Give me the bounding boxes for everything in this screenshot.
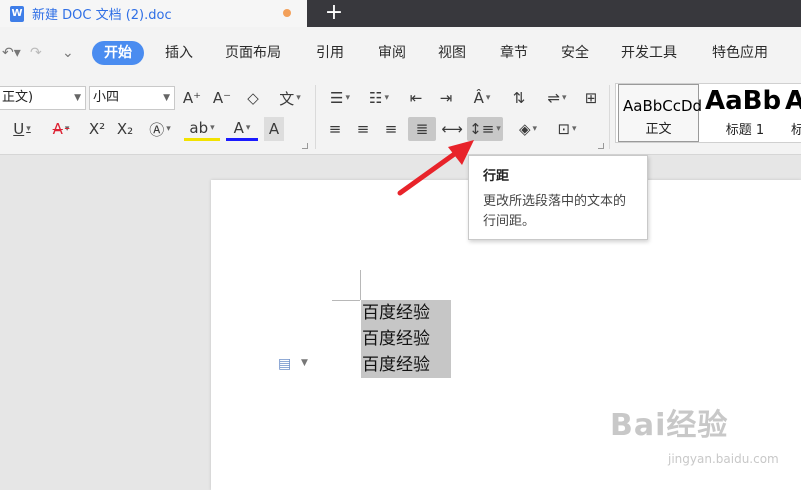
character-shading-icon[interactable]: A bbox=[264, 117, 284, 141]
tab-special-apps[interactable]: 特色应用 bbox=[712, 41, 768, 65]
margin-marker-vertical bbox=[360, 270, 361, 300]
style-heading-1-name: 标题 1 bbox=[725, 123, 765, 138]
document-line[interactable]: 百度经验 bbox=[362, 352, 430, 378]
tab-view[interactable]: 视图 bbox=[438, 41, 466, 65]
shading-icon[interactable]: ◈ bbox=[510, 117, 546, 141]
ribbon-separator bbox=[609, 85, 610, 149]
font-name-value: 正文) bbox=[2, 90, 34, 105]
document-title: 新建 DOC 文档 (2).doc bbox=[32, 8, 172, 23]
superscript-icon[interactable]: X² bbox=[86, 117, 108, 141]
wps-writer-icon: W bbox=[10, 5, 24, 22]
undo-icon[interactable]: ↶▾ bbox=[2, 45, 21, 61]
tab-page-layout[interactable]: 页面布局 bbox=[225, 41, 281, 65]
strikethrough-icon[interactable]: A bbox=[46, 117, 76, 141]
style-normal[interactable]: AaBbCcDd 正文 bbox=[618, 84, 703, 142]
paragraph-layout-icon[interactable]: ▤ bbox=[278, 356, 292, 372]
margin-marker-horizontal bbox=[332, 300, 360, 301]
document-line[interactable]: 百度经验 bbox=[362, 300, 430, 326]
style-gallery: AaBbCcDd 正文 AaBb 标题 1 A 标 bbox=[615, 83, 801, 143]
tab-insert[interactable]: 插入 bbox=[165, 41, 193, 65]
clear-format-icon[interactable]: ◇ bbox=[241, 86, 265, 110]
style-heading-2[interactable]: A 标 bbox=[781, 84, 801, 142]
underline-icon[interactable]: U bbox=[6, 117, 38, 141]
font-dialog-launcher-icon[interactable] bbox=[302, 143, 308, 149]
annotation-arrow-icon bbox=[397, 140, 474, 196]
show-hide-marks-icon[interactable]: ⇌ bbox=[540, 86, 574, 110]
font-size-select[interactable]: 小四 ▼ bbox=[89, 86, 175, 110]
chevron-down-icon: ▼ bbox=[74, 93, 81, 103]
align-center-icon[interactable]: ≡ bbox=[352, 117, 374, 141]
decrease-indent-icon[interactable]: ⇤ bbox=[404, 86, 428, 110]
ribbon-separator bbox=[315, 85, 316, 149]
tab-chapter[interactable]: 章节 bbox=[500, 41, 528, 65]
style-normal-name: 正文 bbox=[645, 122, 672, 137]
tooltip-title: 行距 bbox=[483, 169, 510, 184]
bullets-icon[interactable]: ☰ bbox=[324, 86, 356, 110]
title-bar: W 新建 DOC 文档 (2).doc + bbox=[0, 0, 801, 27]
tab-security[interactable]: 安全 bbox=[561, 41, 589, 65]
watermark-url: jingyan.baidu.com bbox=[668, 452, 779, 466]
paragraph-dialog-launcher-icon[interactable] bbox=[598, 143, 604, 149]
style-heading-1-sample: AaBb bbox=[705, 86, 782, 116]
redo-icon[interactable]: ↷ bbox=[30, 45, 42, 61]
shrink-font-icon[interactable]: A⁻ bbox=[211, 86, 233, 110]
increase-indent-icon[interactable]: ⇥ bbox=[434, 86, 458, 110]
style-normal-sample: AaBbCcDd bbox=[623, 97, 703, 115]
style-heading-2-name: 标 bbox=[791, 119, 801, 138]
table-border-icon[interactable]: ⊞ bbox=[580, 86, 602, 110]
chevron-down-icon[interactable]: ▼ bbox=[301, 358, 308, 368]
new-tab-button[interactable]: + bbox=[322, 0, 346, 27]
sort-icon[interactable]: ⇅ bbox=[508, 86, 530, 110]
font-size-value: 小四 bbox=[93, 90, 120, 105]
tab-review[interactable]: 审阅 bbox=[378, 41, 406, 65]
customize-toolbar-icon[interactable]: ⌄ bbox=[62, 45, 74, 61]
unsaved-indicator-icon bbox=[283, 9, 291, 17]
phonetic-guide-icon[interactable]: 文 bbox=[274, 86, 306, 110]
tooltip-body: 更改所选段落中的文本的行间距。 bbox=[483, 194, 627, 229]
borders-icon[interactable]: ⊡ bbox=[550, 117, 584, 141]
style-heading-1[interactable]: AaBb 标题 1 bbox=[701, 84, 789, 142]
subscript-icon[interactable]: X₂ bbox=[114, 117, 136, 141]
style-heading-2-sample: A bbox=[785, 86, 801, 116]
tab-references[interactable]: 引用 bbox=[316, 41, 344, 65]
font-color-icon[interactable]: A bbox=[226, 117, 258, 141]
highlight-icon[interactable]: ab bbox=[184, 117, 220, 141]
grow-font-icon[interactable]: A⁺ bbox=[181, 86, 203, 110]
baidu-watermark: Bai经验 bbox=[610, 408, 729, 443]
line-spacing-tooltip: 行距 更改所选段落中的文本的行间距。 bbox=[468, 155, 648, 240]
align-left-icon[interactable]: ≡ bbox=[324, 117, 346, 141]
tab-home[interactable]: 开始 bbox=[92, 41, 144, 65]
menu-bar: ↶▾ ↷ ⌄ 开始 插入 页面布局 引用 审阅 视图 章节 安全 开发工具 特色… bbox=[0, 27, 801, 79]
text-effect-icon[interactable]: Ⓐ bbox=[144, 117, 176, 141]
chinese-layout-icon[interactable]: Â bbox=[466, 86, 498, 110]
font-name-select[interactable]: 正文) ▼ bbox=[0, 86, 86, 110]
document-line[interactable]: 百度经验 bbox=[362, 326, 430, 352]
chevron-down-icon: ▼ bbox=[163, 93, 170, 103]
numbering-icon[interactable]: ☷ bbox=[362, 86, 396, 110]
tab-developer-tools[interactable]: 开发工具 bbox=[621, 41, 677, 65]
document-tab[interactable]: W 新建 DOC 文档 (2).doc bbox=[0, 0, 307, 27]
